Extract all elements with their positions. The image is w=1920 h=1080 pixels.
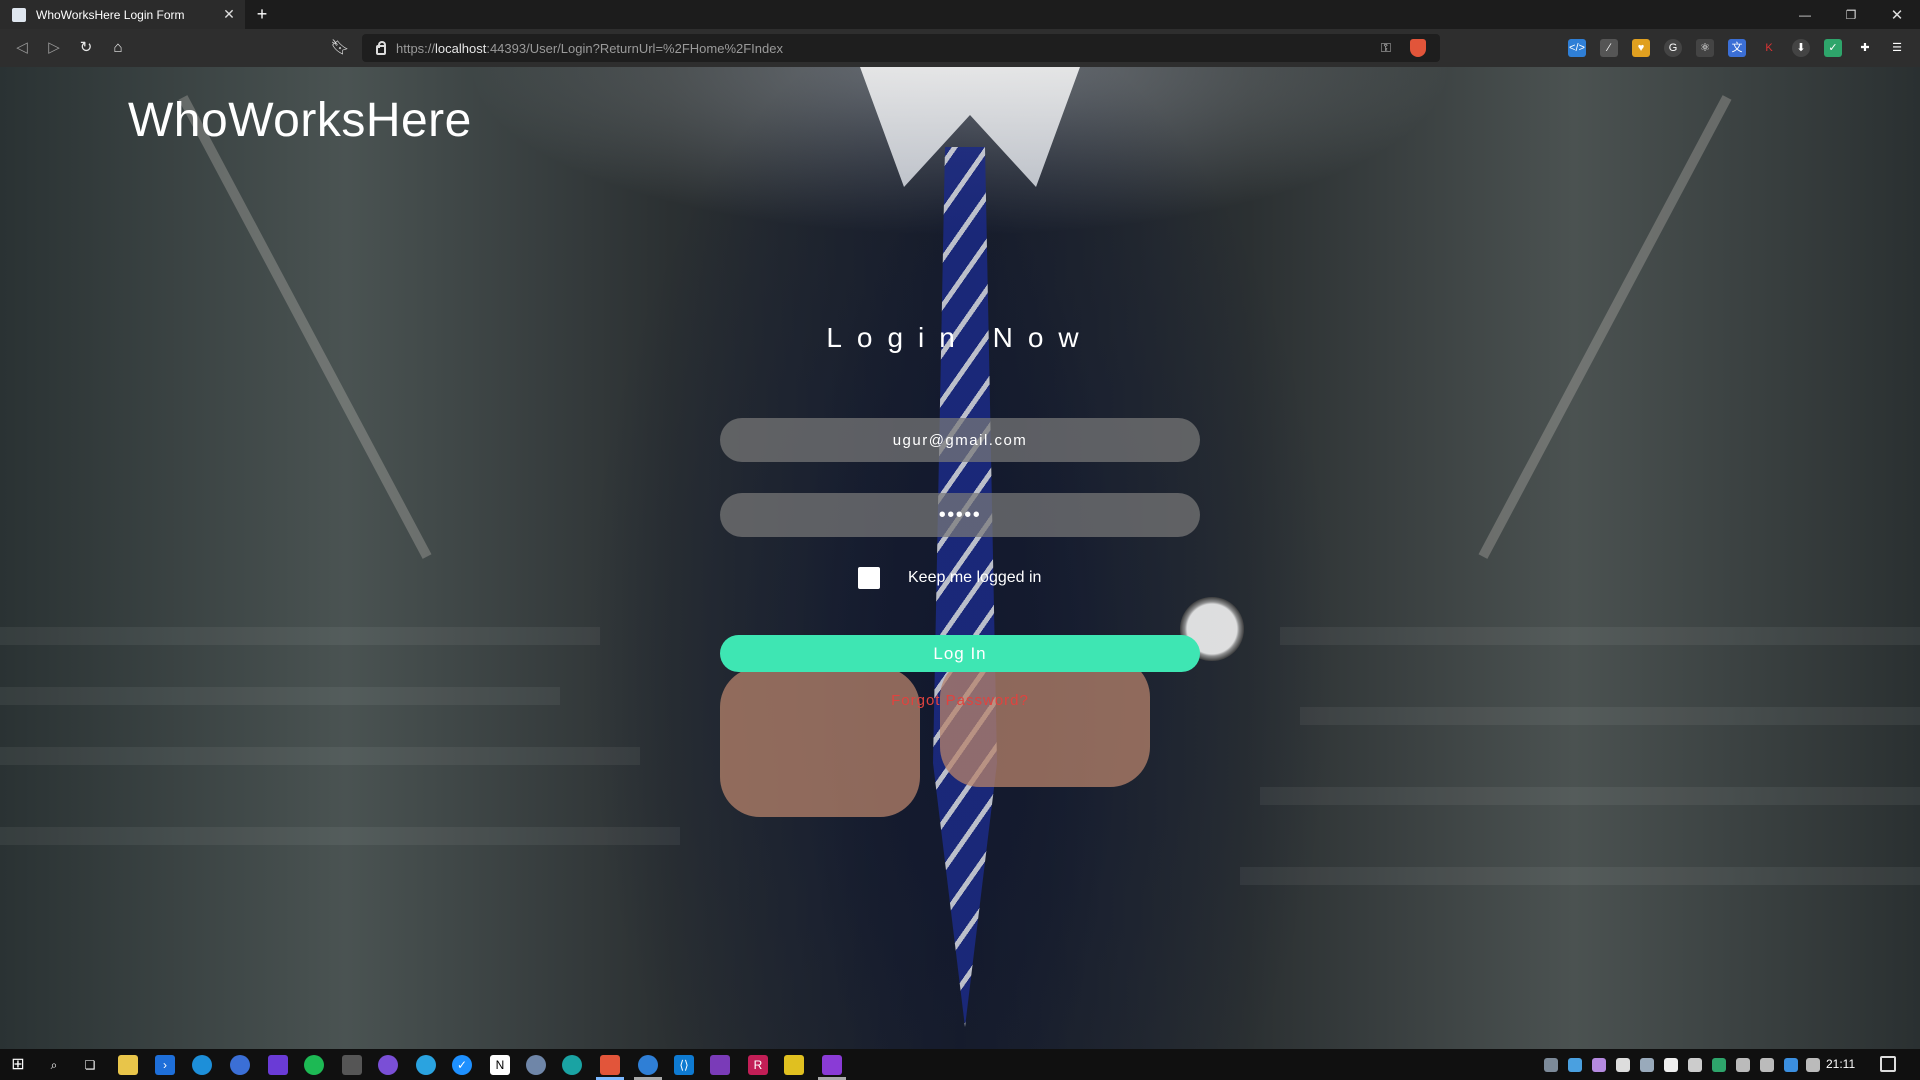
page-content: WhoWorksHere Login Now Keep me logged in… <box>0 67 1920 1049</box>
forward-button[interactable]: ▷ <box>44 38 64 58</box>
background-hand <box>720 667 920 817</box>
background-hand <box>940 657 1150 787</box>
firefox-icon[interactable] <box>638 1055 658 1075</box>
telegram-icon[interactable] <box>416 1055 436 1075</box>
extension-translate-icon[interactable]: 文 <box>1728 39 1746 57</box>
forgot-password-link[interactable]: Forgot Password? <box>0 692 1920 709</box>
extension-k-icon[interactable]: K <box>1760 39 1778 57</box>
login-heading: Login Now <box>826 322 1094 353</box>
app-icon[interactable] <box>342 1055 362 1075</box>
close-window-button[interactable]: ✕ <box>1874 0 1920 29</box>
reload-button[interactable]: ↻ <box>76 38 96 58</box>
edge-icon[interactable] <box>562 1055 582 1075</box>
remember-me-checkbox[interactable] <box>858 567 880 589</box>
spotify-icon[interactable] <box>304 1055 324 1075</box>
taskbar-clock[interactable]: 21:11 <box>1826 1049 1855 1080</box>
url-text[interactable]: https://localhost:44393/User/Login?Retur… <box>396 41 783 56</box>
todo-icon[interactable]: ✓ <box>452 1055 472 1075</box>
restore-button[interactable]: ❐ <box>1828 0 1874 29</box>
remember-me-label[interactable]: Keep me logged in <box>908 569 1041 587</box>
new-tab-button[interactable]: + <box>252 4 272 24</box>
network-icon[interactable] <box>1736 1058 1750 1072</box>
extension-grammar-icon[interactable]: G <box>1664 39 1682 57</box>
visual-studio-icon[interactable] <box>822 1055 842 1075</box>
login-button[interactable]: Log In <box>720 635 1200 672</box>
vscode-icon[interactable]: ⟨⟩ <box>674 1055 694 1075</box>
extension-shield-icon[interactable]: ✓ <box>1824 39 1842 57</box>
tab-strip: WhoWorksHere Login Form ✕ + — ❐ ✕ <box>0 0 1920 29</box>
cloud-icon[interactable] <box>1664 1058 1678 1072</box>
tray-icon[interactable] <box>1640 1058 1654 1072</box>
page-favicon-icon <box>12 7 26 22</box>
extension-react-icon[interactable]: ⚛ <box>1696 39 1714 57</box>
notification-icon[interactable] <box>1880 1056 1896 1072</box>
tab-title: WhoWorksHere Login Form <box>36 7 185 22</box>
lock-icon <box>376 41 386 55</box>
background-stair <box>1240 867 1920 885</box>
extension-heart-icon[interactable]: ♥ <box>1632 39 1650 57</box>
extension-pen-icon[interactable]: ∕ <box>1600 39 1618 57</box>
back-button[interactable]: ◁ <box>12 38 32 58</box>
background-stair <box>1280 627 1920 645</box>
background-stair <box>0 747 640 765</box>
rider-icon[interactable]: R <box>748 1055 768 1075</box>
volume-icon[interactable] <box>1760 1058 1774 1072</box>
battery-icon[interactable] <box>1806 1058 1820 1072</box>
browser-tab[interactable]: WhoWorksHere Login Form ✕ <box>0 0 245 29</box>
brave-browser-icon[interactable] <box>600 1055 620 1075</box>
app-icon[interactable] <box>526 1055 546 1075</box>
tray-icon[interactable] <box>1568 1058 1582 1072</box>
bluetooth-icon[interactable] <box>1784 1058 1798 1072</box>
tray-icon[interactable] <box>1712 1058 1726 1072</box>
browser-toolbar: ◁ ▷ ↻ ⌂ 🔖︎ https://localhost:44393/User/… <box>0 29 1920 67</box>
mouse-icon[interactable] <box>1616 1058 1630 1072</box>
app-icon[interactable] <box>192 1055 212 1075</box>
email-field[interactable] <box>720 418 1200 462</box>
remember-me: Keep me logged in <box>858 567 1041 589</box>
tray-icon[interactable] <box>1688 1058 1702 1072</box>
minimize-button[interactable]: — <box>1782 0 1828 29</box>
extension-download-icon[interactable]: ⬇ <box>1792 39 1810 57</box>
start-windows-icon[interactable]: ⊞ <box>8 1055 28 1075</box>
extensions-puzzle-icon[interactable]: ✚ <box>1856 39 1874 57</box>
viber-icon[interactable] <box>378 1055 398 1075</box>
app-icon[interactable] <box>230 1055 250 1075</box>
brave-shield-icon[interactable] <box>1410 39 1426 57</box>
background-stair <box>1260 787 1920 805</box>
app-icon[interactable] <box>268 1055 288 1075</box>
search-icon[interactable]: ⌕ <box>44 1055 64 1075</box>
key-icon[interactable]: ⚿ <box>1378 40 1394 56</box>
pycharm-icon[interactable] <box>784 1055 804 1075</box>
home-button[interactable]: ⌂ <box>108 38 128 58</box>
background-stair <box>1300 707 1920 725</box>
file-explorer-icon[interactable] <box>118 1055 138 1075</box>
bookmark-icon[interactable]: 🔖︎ <box>330 38 350 58</box>
tray-icon[interactable] <box>1544 1058 1558 1072</box>
taskbar: ⊞ ⌕ ❏ › ✓ N ⟨⟩ R 21:11 <box>0 1049 1920 1080</box>
brand-logo-text[interactable]: WhoWorksHere <box>128 93 472 148</box>
powershell-icon[interactable]: › <box>155 1055 175 1075</box>
password-field[interactable] <box>720 493 1200 537</box>
task-view-icon[interactable]: ❏ <box>80 1055 100 1075</box>
address-bar[interactable]: https://localhost:44393/User/Login?Retur… <box>362 34 1440 62</box>
menu-icon[interactable]: ☰ <box>1888 39 1906 57</box>
extension-devtools-icon[interactable]: </> <box>1568 39 1586 57</box>
background-stair <box>0 627 600 645</box>
background-stair <box>0 827 680 845</box>
notion-icon[interactable]: N <box>490 1055 510 1075</box>
tray-icon[interactable] <box>1592 1058 1606 1072</box>
tab-close-icon[interactable]: ✕ <box>221 6 237 22</box>
visual-studio-icon[interactable] <box>710 1055 730 1075</box>
